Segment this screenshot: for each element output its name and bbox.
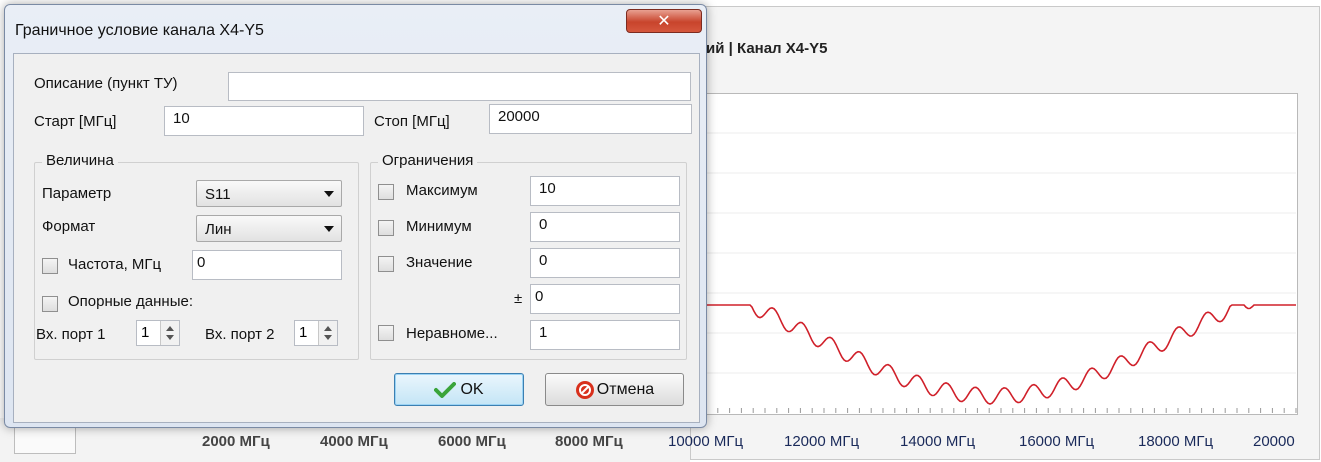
port1-label: Вх. порт 1 [36,326,106,343]
no-entry-icon [575,380,594,399]
max-checkbox[interactable] [378,184,394,200]
ok-button[interactable]: OK [394,373,524,406]
cancel-label: Отмена [596,381,655,398]
cancel-button[interactable]: Отмена [545,373,684,406]
boundary-condition-dialog: Граничное условие канала X4-Y5 ✕ Описани… [4,4,707,428]
start-field[interactable]: 10 [164,106,364,136]
ripple-label: Неравноме... [406,325,498,342]
parameter-label: Параметр [42,185,112,202]
stop-field[interactable]: 20000 [489,104,692,134]
value-field[interactable]: 0 [530,248,680,278]
chart-title: ий | Канал X4-Y5 [706,40,828,57]
value-label: Значение [406,254,473,271]
port1-spin-buttons[interactable] [160,321,179,345]
format-label: Формат [42,218,96,235]
arrow-down-icon[interactable] [166,335,174,340]
stop-label: Стоп [МГц] [374,113,450,130]
tolerance-field[interactable]: 0 [530,284,680,314]
dialog-title: Граничное условие канала X4-Y5 [15,22,264,39]
description-field[interactable] [228,72,691,101]
reference-data-label: Опорные данные: [68,293,194,310]
plot-area[interactable] [700,93,1298,415]
port2-value: 1 [299,324,308,341]
value-checkbox[interactable] [378,256,394,272]
close-icon: ✕ [657,11,671,30]
port2-label: Вх. порт 2 [205,326,275,343]
start-label: Старт [МГц] [34,113,117,130]
chevron-down-icon [324,191,334,197]
chevron-down-icon [324,226,334,232]
port1-value: 1 [141,324,150,341]
close-button[interactable]: ✕ [626,9,702,33]
ripple-field[interactable]: 1 [530,320,680,350]
arrow-up-icon[interactable] [324,326,332,331]
port2-stepper[interactable]: 1 [294,320,338,346]
description-label: Описание (пункт ТУ) [34,75,178,92]
frequency-label: Частота, МГц [68,256,162,273]
frequency-field[interactable]: 0 [192,250,342,280]
format-value: Лин [205,221,232,238]
port2-spin-buttons[interactable] [318,321,337,345]
min-field[interactable]: 0 [530,212,680,242]
reference-data-checkbox[interactable] [42,296,58,312]
format-select[interactable]: Лин [196,215,342,242]
max-label: Максимум [406,182,478,199]
ok-label: OK [460,381,484,398]
parameter-select[interactable]: S11 [196,180,342,207]
frequency-checkbox[interactable] [42,258,58,274]
ripple-checkbox[interactable] [378,325,394,341]
dialog-body: Описание (пункт ТУ) Старт [МГц] 10 Стоп … [13,53,700,423]
tolerance-label: ± [514,290,523,307]
parameter-value: S11 [205,186,231,203]
arrow-up-icon[interactable] [166,326,174,331]
arrow-down-icon[interactable] [324,335,332,340]
quantity-group-title: Величина [42,152,118,169]
min-label: Минимум [406,218,472,235]
checkmark-icon [434,381,457,398]
limits-group-title: Ограничения [378,152,478,169]
port1-stepper[interactable]: 1 [136,320,180,346]
max-field[interactable]: 10 [530,176,680,206]
min-checkbox[interactable] [378,220,394,236]
